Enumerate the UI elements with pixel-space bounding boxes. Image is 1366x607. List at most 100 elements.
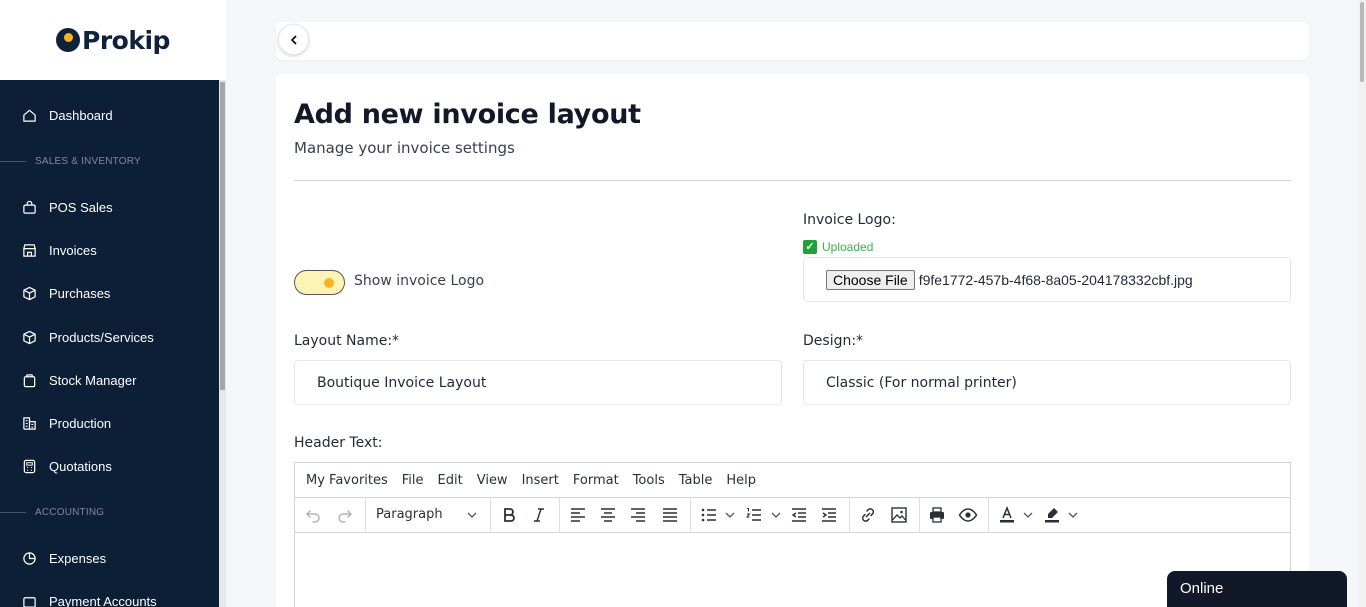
align-right-button[interactable] [628,505,648,525]
align-justify-button[interactable] [660,505,680,525]
sidebar-item-payment-accounts[interactable]: Payment Accounts [0,583,219,607]
sidebar-item-pos-sales[interactable]: POS Sales [0,189,219,225]
highlighter-icon [1045,508,1059,523]
menu-edit[interactable]: Edit [438,473,463,488]
align-center-button[interactable] [598,505,618,525]
bold-icon [504,508,515,522]
check-icon: ✓ [803,240,817,254]
sidebar-item-dashboard[interactable]: Dashboard [0,97,219,133]
invoice-logo-file-input[interactable]: Choose File f9fe1772-457b-4f68-8a05-2041… [803,257,1291,302]
show-logo-toggle[interactable] [294,270,345,295]
divider [294,180,1291,181]
bullet-list-button[interactable] [699,505,719,525]
print-button[interactable] [927,505,947,525]
bullet-list-dropdown[interactable] [723,505,737,525]
box-icon [23,330,36,344]
numbered-list-dropdown[interactable] [769,505,783,525]
chevron-down-icon [1068,512,1078,518]
text-color-dropdown[interactable] [1021,505,1035,525]
menu-help[interactable]: Help [726,473,756,488]
align-left-button[interactable] [568,505,588,525]
logo-area: Prokip [0,0,226,80]
bold-button[interactable] [499,505,519,525]
indent-button[interactable] [819,505,839,525]
wallet-icon [23,596,36,607]
numbered-list-button[interactable] [744,505,764,525]
factory-icon [23,416,36,430]
menu-insert[interactable]: Insert [522,473,559,488]
sidebar-item-label: Products/Services [49,329,154,345]
prokip-logo-icon [56,28,81,52]
outdent-icon [791,508,806,522]
undo-button[interactable] [303,505,323,525]
text-color-button[interactable] [997,505,1017,525]
redo-button[interactable] [335,505,355,525]
chat-widget[interactable]: Online [1167,571,1347,607]
brand-logo[interactable]: Prokip [56,26,170,55]
package-icon [23,286,36,300]
menu-my-favorites[interactable]: My Favorites [306,473,388,488]
preview-button[interactable] [957,505,979,525]
sidebar-item-purchases[interactable]: Purchases [0,275,219,311]
sidebar-item-production[interactable]: Production [0,405,219,441]
menu-view[interactable]: View [477,473,508,488]
text-color-icon [1000,506,1014,523]
numbered-list-icon [745,508,761,521]
sidebar: Prokip Dashboard SALES & INVENTORY POS S… [0,0,226,607]
outdent-button[interactable] [789,505,809,525]
page-scroll-thumb[interactable] [1360,2,1364,82]
toolbar-separator [690,498,691,533]
sidebar-nav: Dashboard SALES & INVENTORY POS Sales In… [0,80,219,607]
block-format-select[interactable]: Paragraph [376,507,443,522]
home-icon [23,109,36,122]
section-label: ACCOUNTING [35,506,105,518]
bullet-list-icon [701,508,716,522]
upload-status: ✓ Uploaded [803,240,873,254]
editor-content-area[interactable] [295,533,1290,607]
insert-link-button[interactable] [858,505,878,525]
insert-image-button[interactable] [889,505,909,525]
sidebar-item-label: Production [49,415,112,431]
sidebar-item-label: Invoices [49,242,97,258]
menu-file[interactable]: File [402,473,424,488]
highlight-color-button[interactable] [1042,505,1062,525]
show-logo-label: Show invoice Logo [354,273,485,289]
choose-file-button[interactable]: Choose File [826,269,915,290]
design-select[interactable]: Classic (For normal printer) [803,360,1291,405]
sidebar-item-products-services[interactable]: Products/Services [0,319,219,355]
align-right-icon [631,508,645,522]
toolbar-separator [988,498,989,533]
sidebar-item-invoices[interactable]: Invoices [0,232,219,268]
sidebar-item-quotations[interactable]: Quotations [0,448,219,484]
editor-toolbar: Paragraph [295,498,1290,533]
highlight-color-dropdown[interactable] [1066,505,1080,525]
menu-format[interactable]: Format [573,473,619,488]
menu-table[interactable]: Table [679,473,713,488]
invoice-layout-form-card: Add new invoice layout Manage your invoi… [276,74,1309,607]
brand-name: Prokip [82,25,170,55]
block-format-dropdown[interactable] [465,505,479,525]
menu-tools[interactable]: Tools [633,473,665,488]
layout-name-input[interactable]: Boutique Invoice Layout [294,360,782,405]
sidebar-scrollbar[interactable] [219,80,226,607]
sidebar-scroll-thumb[interactable] [220,82,225,390]
page-scrollbar[interactable] [1358,0,1366,607]
pie-chart-icon [23,551,36,565]
image-icon [891,507,907,523]
sidebar-item-expenses[interactable]: Expenses [0,540,219,576]
toolbar-separator [490,498,491,533]
sidebar-item-label: POS Sales [49,199,113,215]
collapse-sidebar-button[interactable] [278,24,309,55]
italic-icon [534,508,544,522]
chevron-left-icon [290,35,296,44]
store-icon [23,243,36,257]
italic-button[interactable] [529,505,549,525]
calculator-icon [23,459,36,473]
invoice-logo-label: Invoice Logo: [803,212,896,228]
print-icon [930,507,944,523]
sidebar-item-stock-manager[interactable]: Stock Manager [0,362,219,398]
sidebar-item-label: Expenses [49,550,107,566]
sidebar-item-label: Purchases [49,285,111,301]
upload-status-text: Uploaded [822,240,874,254]
link-icon [861,508,875,522]
